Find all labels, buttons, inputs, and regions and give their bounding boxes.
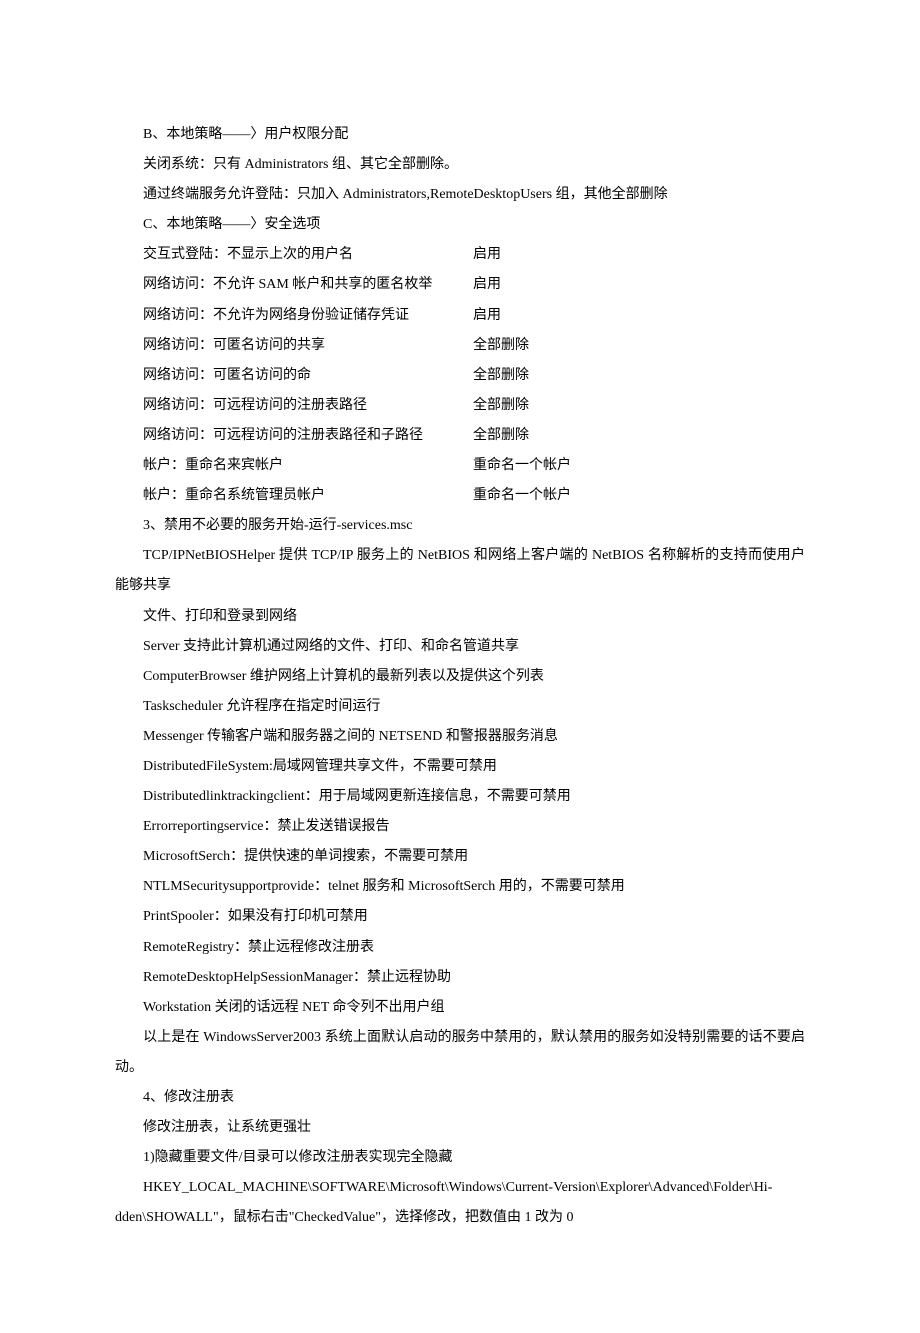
text-line: 1)隐藏重要文件/目录可以修改注册表实现完全隐藏 <box>115 1143 805 1173</box>
document-page: B、本地策略——〉用户权限分配 关闭系统：只有 Administrators 组… <box>0 0 920 1333</box>
text-line: B、本地策略——〉用户权限分配 <box>115 120 805 150</box>
setting-value: 全部删除 <box>445 361 529 391</box>
setting-value: 重命名一个帐户 <box>445 481 571 511</box>
text-line: Taskscheduler 允许程序在指定时间运行 <box>115 692 805 722</box>
text-line: RemoteRegistry：禁止远程修改注册表 <box>115 933 805 963</box>
setting-row: 网络访问：可匿名访问的共享 全部删除 <box>115 331 805 361</box>
text-line: 关闭系统：只有 Administrators 组、其它全部删除。 <box>115 150 805 180</box>
setting-row: 帐户：重命名系统管理员帐户 重命名一个帐户 <box>115 481 805 511</box>
setting-row: 网络访问：可匿名访问的命 全部删除 <box>115 361 805 391</box>
text-line: Distributedlinktrackingclient：用于局域网更新连接信… <box>115 782 805 812</box>
setting-value: 全部删除 <box>445 421 529 451</box>
text-line: 修改注册表，让系统更强壮 <box>115 1113 805 1143</box>
text-line: MicrosoftSerch：提供快速的单词搜索，不需要可禁用 <box>115 842 805 872</box>
text-line: 通过终端服务允许登陆：只加入 Administrators,RemoteDesk… <box>115 180 805 210</box>
setting-label: 网络访问：可远程访问的注册表路径 <box>115 391 445 421</box>
text-line: Workstation 关闭的话远程 NET 命令列不出用户组 <box>115 993 805 1023</box>
setting-label: 网络访问：可匿名访问的共享 <box>115 331 445 361</box>
setting-label: 网络访问：可远程访问的注册表路径和子路径 <box>115 421 445 451</box>
text-line: 文件、打印和登录到网络 <box>115 602 805 632</box>
text-line: Server 支持此计算机通过网络的文件、打印、和命名管道共享 <box>115 632 805 662</box>
text-span: TCP/IPNetBIOSHelper 提供 TCP/IP 服务上的 NetBI… <box>115 548 805 593</box>
text-line: DistributedFileSystem:局域网管理共享文件，不需要可禁用 <box>115 752 805 782</box>
setting-value: 启用 <box>445 301 501 331</box>
setting-label: 网络访问：不允许为网络身份验证储存凭证 <box>115 301 445 331</box>
setting-value: 启用 <box>445 240 501 270</box>
setting-label: 网络访问：不允许 SAM 帐户和共享的匿名枚举 <box>115 270 445 300</box>
text-span: HKEY_LOCAL_MACHINE\SOFTWARE\Microsoft\Wi… <box>115 1180 772 1225</box>
setting-value: 重命名一个帐户 <box>445 451 571 481</box>
setting-value: 全部删除 <box>445 331 529 361</box>
setting-row: 网络访问：可远程访问的注册表路径和子路径 全部删除 <box>115 421 805 451</box>
text-line: PrintSpooler：如果没有打印机可禁用 <box>115 902 805 932</box>
text-line: Messenger 传输客户端和服务器之间的 NETSEND 和警报器服务消息 <box>115 722 805 752</box>
setting-label: 交互式登陆：不显示上次的用户名 <box>115 240 445 270</box>
text-line: 3、禁用不必要的服务开始-运行-services.msc <box>115 511 805 541</box>
setting-label: 网络访问：可匿名访问的命 <box>115 361 445 391</box>
text-line: Errorreportingservice：禁止发送错误报告 <box>115 812 805 842</box>
setting-label: 帐户：重命名系统管理员帐户 <box>115 481 445 511</box>
text-line: TCP/IPNetBIOSHelper 提供 TCP/IP 服务上的 NetBI… <box>115 541 805 601</box>
setting-value: 全部删除 <box>445 391 529 421</box>
text-line: RemoteDesktopHelpSessionManager：禁止远程协助 <box>115 963 805 993</box>
text-line: HKEY_LOCAL_MACHINE\SOFTWARE\Microsoft\Wi… <box>115 1173 805 1233</box>
text-line: NTLMSecuritysupportprovide：telnet 服务和 Mi… <box>115 872 805 902</box>
text-line: 4、修改注册表 <box>115 1083 805 1113</box>
setting-row: 交互式登陆：不显示上次的用户名 启用 <box>115 240 805 270</box>
text-span: 以上是在 WindowsServer2003 系统上面默认启动的服务中禁用的，默… <box>115 1030 805 1075</box>
setting-label: 帐户：重命名来宾帐户 <box>115 451 445 481</box>
setting-row: 网络访问：不允许为网络身份验证储存凭证 启用 <box>115 301 805 331</box>
setting-row: 网络访问：可远程访问的注册表路径 全部删除 <box>115 391 805 421</box>
text-line: C、本地策略——〉安全选项 <box>115 210 805 240</box>
setting-value: 启用 <box>445 270 501 300</box>
text-line: ComputerBrowser 维护网络上计算机的最新列表以及提供这个列表 <box>115 662 805 692</box>
setting-row: 帐户：重命名来宾帐户 重命名一个帐户 <box>115 451 805 481</box>
setting-row: 网络访问：不允许 SAM 帐户和共享的匿名枚举 启用 <box>115 270 805 300</box>
text-line: 以上是在 WindowsServer2003 系统上面默认启动的服务中禁用的，默… <box>115 1023 805 1083</box>
